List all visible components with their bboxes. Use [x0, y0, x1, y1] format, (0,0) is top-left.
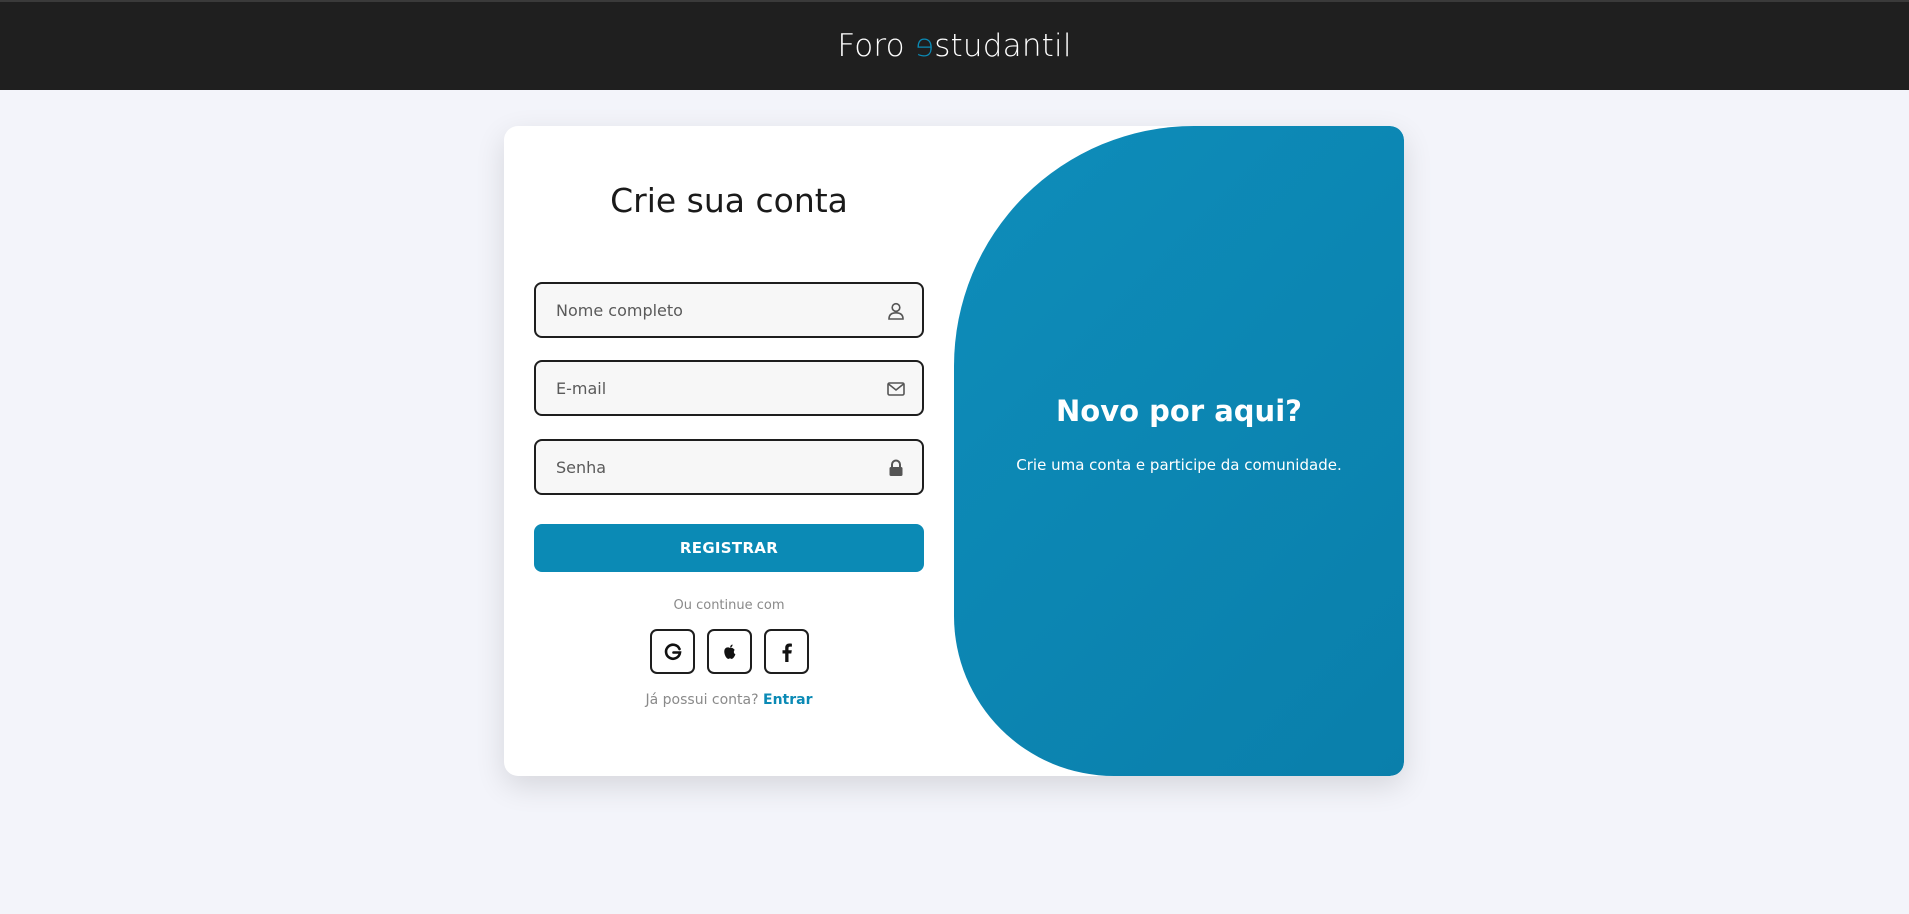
login-link[interactable]: Entrar — [763, 692, 812, 708]
lock-icon — [889, 459, 903, 476]
has-account-text: Já possui conta? — [645, 692, 759, 708]
google-icon — [664, 642, 681, 660]
email-input[interactable] — [536, 362, 922, 414]
panel-heading: Novo por aqui? — [1056, 393, 1302, 428]
email-field[interactable] — [534, 360, 924, 416]
brand-text-start: Foro — [837, 28, 915, 64]
form-title: Crie sua conta — [610, 181, 848, 220]
app-header: Foro estudantil — [0, 2, 1909, 90]
google-login-button[interactable] — [650, 629, 695, 674]
apple-login-button[interactable] — [707, 629, 752, 674]
or-continue-label: Ou continue com — [673, 598, 785, 613]
user-icon — [888, 302, 904, 320]
password-field[interactable] — [534, 439, 924, 495]
full-name-input[interactable] — [536, 284, 922, 336]
register-button[interactable]: REGISTRAR — [534, 524, 924, 572]
register-card: Crie sua conta REGISTRAR Ou continue com — [504, 126, 1404, 776]
apple-icon — [723, 643, 735, 659]
panel-text: Crie uma conta e participe da comunidade… — [1016, 455, 1342, 474]
full-name-field[interactable] — [534, 282, 924, 338]
facebook-login-button[interactable] — [764, 629, 809, 674]
password-input[interactable] — [536, 441, 922, 493]
facebook-icon — [782, 643, 792, 662]
login-prompt: Já possui conta? Entrar — [504, 692, 954, 708]
social-login-group — [650, 629, 809, 674]
brand-accent-letter: e — [914, 28, 935, 64]
mail-icon — [887, 382, 905, 396]
brand-logo[interactable]: Foro estudantil — [837, 28, 1071, 64]
brand-text-end: studantil — [934, 28, 1072, 64]
register-form: Crie sua conta REGISTRAR Ou continue com — [504, 126, 954, 776]
welcome-panel: Novo por aqui? Crie uma conta e particip… — [954, 126, 1404, 776]
